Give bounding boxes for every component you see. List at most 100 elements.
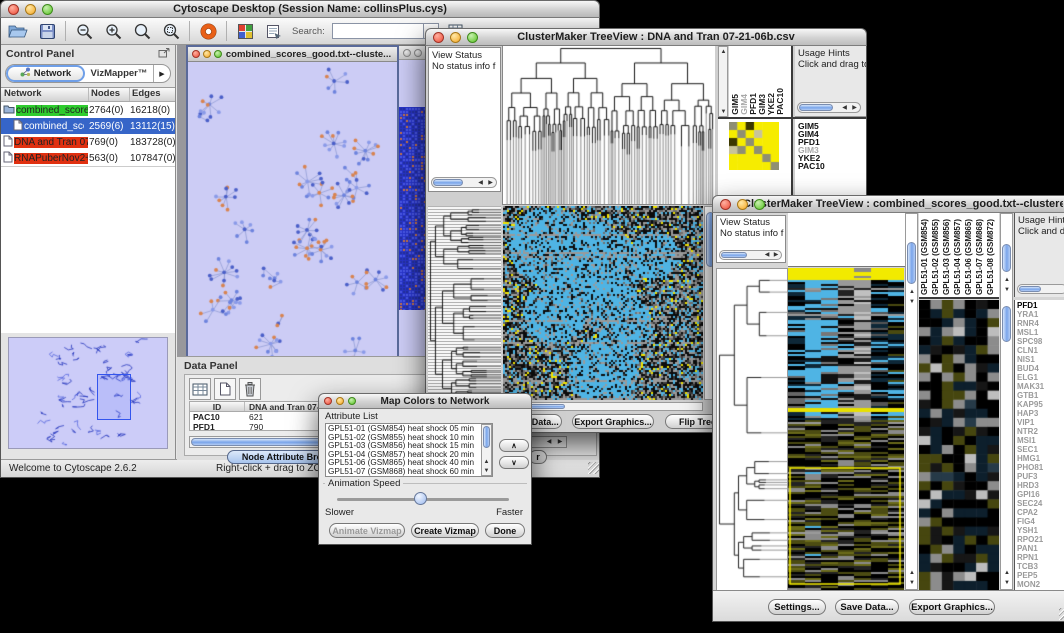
- gene-label[interactable]: PAC10: [798, 162, 866, 170]
- col-header-nodes[interactable]: Nodes: [89, 88, 130, 101]
- zoom-window-icon[interactable]: [42, 4, 53, 15]
- scroll-down-icon[interactable]: ▼: [720, 108, 727, 115]
- scroll-right-icon[interactable]: ▶: [850, 104, 859, 111]
- close-icon[interactable]: [8, 4, 19, 15]
- scroll-left-icon[interactable]: ◀: [763, 252, 771, 258]
- zoom-window-icon[interactable]: [754, 199, 765, 210]
- status-hscrollbar[interactable]: ◀ ▶: [431, 177, 497, 188]
- new-doc-icon[interactable]: [214, 378, 236, 400]
- gene-label[interactable]: FIG4: [1017, 517, 1064, 526]
- scroll-down-icon[interactable]: ▼: [908, 298, 916, 306]
- gene-label[interactable]: CLN1: [1017, 346, 1064, 355]
- create-vizmap-button[interactable]: Create Vizmap: [411, 523, 479, 538]
- gene-label[interactable]: HMG1: [1017, 454, 1064, 463]
- network-row-selected[interactable]: combined_sco 2569(6) 13112(15): [1, 118, 175, 134]
- zoom-fit-icon[interactable]: [131, 20, 153, 42]
- overview-viewport-rect[interactable]: [97, 374, 131, 420]
- gene-label[interactable]: PUF3: [1017, 472, 1064, 481]
- attribute-list[interactable]: GPL51-01 (GSM854) heat shock 05 min GPL5…: [325, 423, 493, 477]
- gene-label[interactable]: MON2: [1017, 580, 1064, 589]
- scroll-up-icon[interactable]: ▲: [1003, 569, 1011, 577]
- gene-label[interactable]: GPI16: [1017, 490, 1064, 499]
- data-row-id[interactable]: PAC10: [190, 412, 245, 422]
- row-dendrogram[interactable]: [428, 206, 501, 400]
- settings-button[interactable]: Settings...: [768, 599, 826, 615]
- scroll-down-icon[interactable]: ▼: [908, 579, 916, 587]
- gene-label[interactable]: HAP3: [1017, 409, 1064, 418]
- gene-label[interactable]: HRD3: [1017, 481, 1064, 490]
- network-row[interactable]: combined_scores_ 2764(0) 16218(0): [1, 102, 175, 118]
- gene-label[interactable]: PFD1: [1017, 301, 1064, 310]
- export-graphics-button[interactable]: Export Graphics...: [909, 599, 995, 615]
- move-down-button[interactable]: ∨: [499, 456, 529, 469]
- scroll-up-icon[interactable]: ▲: [908, 569, 916, 577]
- network-row[interactable]: DNA and Tran 07 769(0) 183728(0): [1, 134, 175, 150]
- label-vscrollbar[interactable]: ▲ ▼: [718, 46, 728, 117]
- minimize-icon[interactable]: [737, 199, 748, 210]
- annotation-icon[interactable]: [263, 20, 285, 42]
- gene-label[interactable]: SPC98: [1017, 337, 1064, 346]
- main-titlebar[interactable]: Cytoscape Desktop (Session Name: collins…: [0, 0, 600, 18]
- gene-label[interactable]: SEC1: [1017, 445, 1064, 454]
- zoom-window-icon[interactable]: [348, 397, 356, 405]
- row-dendrogram-canvas[interactable]: [716, 268, 788, 592]
- gene-label[interactable]: NTR2: [1017, 427, 1064, 436]
- minimize-icon[interactable]: [450, 32, 461, 43]
- zoom-window-icon[interactable]: [214, 50, 222, 58]
- close-icon[interactable]: [403, 49, 411, 57]
- network-view-frame[interactable]: combined_scores_good.txt--cluste...: [186, 45, 399, 365]
- gene-label[interactable]: TCB3: [1017, 562, 1064, 571]
- scroll-down-icon[interactable]: ▼: [1003, 286, 1011, 294]
- gene-label[interactable]: VIP1: [1017, 418, 1064, 427]
- animate-vizmap-button[interactable]: Animate Vizmap: [329, 523, 405, 538]
- col-header-edges[interactable]: Edges: [130, 88, 175, 101]
- close-icon[interactable]: [433, 32, 444, 43]
- gene-label[interactable]: RNR4: [1017, 319, 1064, 328]
- heatmap-canvas[interactable]: [788, 268, 904, 590]
- speed-slider-thumb[interactable]: [414, 492, 427, 505]
- save-data-button[interactable]: Save Data...: [835, 599, 899, 615]
- window-resize-grip[interactable]: [588, 462, 600, 474]
- vizmap-grid-icon[interactable]: [234, 20, 256, 42]
- minimize-icon[interactable]: [336, 397, 344, 405]
- scroll-down-icon[interactable]: ▼: [1003, 579, 1011, 587]
- correlation-matrix-canvas[interactable]: [729, 122, 779, 170]
- data-row-id[interactable]: PFD1: [190, 422, 245, 432]
- array-label[interactable]: GPL51-06 (GSM865): [965, 219, 973, 295]
- list-vscrollbar[interactable]: ▲ ▼: [481, 424, 492, 476]
- dialog-titlebar[interactable]: Map Colors to Network: [318, 393, 532, 409]
- treeview2-titlebar[interactable]: ClusterMaker TreeView : combined_scores_…: [712, 195, 1064, 213]
- gene-label[interactable]: YSH1: [1017, 526, 1064, 535]
- table-grid-icon[interactable]: [189, 378, 211, 400]
- gene-label[interactable]: RPO21: [1017, 535, 1064, 544]
- minimize-icon[interactable]: [203, 50, 211, 58]
- gene-label[interactable]: RPN1: [1017, 553, 1064, 562]
- network-view-canvas[interactable]: [188, 62, 397, 363]
- scroll-right-icon[interactable]: ▶: [555, 438, 565, 446]
- scroll-right-icon[interactable]: ▶: [772, 252, 780, 258]
- column-dendrogram-area[interactable]: [788, 213, 905, 267]
- scroll-left-icon[interactable]: ◀: [476, 179, 485, 186]
- scroll-left-icon[interactable]: ◀: [840, 104, 849, 111]
- tab-vizmapper[interactable]: VizMapper™: [85, 65, 153, 82]
- done-button[interactable]: Done: [485, 523, 525, 538]
- gene-label[interactable]: SEC24: [1017, 499, 1064, 508]
- overview-canvas[interactable]: [9, 338, 167, 448]
- zoom-out-icon[interactable]: [73, 20, 95, 42]
- zoom-heatmap-canvas[interactable]: [919, 300, 999, 590]
- col-header-network[interactable]: Network: [1, 88, 89, 101]
- array-label[interactable]: GPL51-07 (GSM868): [976, 219, 984, 295]
- close-icon[interactable]: [192, 50, 200, 58]
- scroll-down-icon[interactable]: ▼: [483, 467, 490, 474]
- gene-label[interactable]: PEP5: [1017, 571, 1064, 580]
- array-label[interactable]: GPL51-01 (GSM854): [921, 219, 929, 295]
- search-input[interactable]: [332, 23, 424, 39]
- array-label[interactable]: GPL51-08 (GSM872): [987, 219, 995, 295]
- zoom-in-icon[interactable]: [102, 20, 124, 42]
- gene-label[interactable]: BUD4: [1017, 364, 1064, 373]
- scroll-right-icon[interactable]: ▶: [486, 179, 495, 186]
- gene-label[interactable]: MAK31: [1017, 382, 1064, 391]
- network-row[interactable]: RNAPuberNov2+| 563(0) 107847(0): [1, 150, 175, 166]
- heatmap-vscrollbar[interactable]: ▲ ▼ ▲ ▼: [905, 213, 918, 590]
- data-col-id[interactable]: ID: [190, 402, 245, 411]
